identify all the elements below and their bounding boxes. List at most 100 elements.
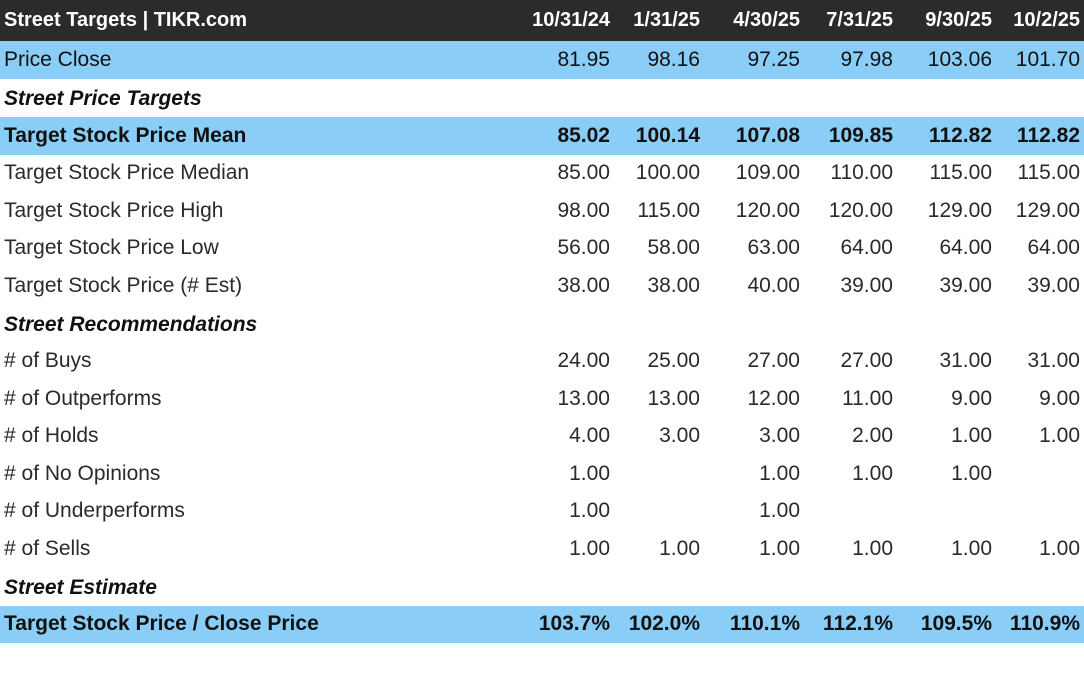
cell-value: 1.00 [659, 536, 700, 560]
cell-value: 1.00 [951, 424, 992, 448]
cell-value: 58.00 [647, 236, 700, 260]
cell-value: 81.95 [557, 48, 610, 71]
cell-value: 39.00 [939, 273, 992, 297]
cell-value: 3.00 [659, 424, 700, 448]
date-header[interactable]: 7/31/25 [804, 0, 897, 41]
cell-value: 98.00 [557, 198, 610, 222]
cell-value: 1.00 [759, 536, 800, 560]
row-label: # of Buys [4, 349, 92, 373]
cell-value: 120.00 [828, 198, 893, 222]
table-row: Target Stock Price High 98.00 115.00 120… [0, 192, 1084, 230]
cell-value: 1.00 [569, 536, 610, 560]
section-title: Street Price Targets [4, 87, 202, 110]
cell-value: 115.00 [637, 198, 700, 222]
row-label: Price Close [4, 48, 112, 71]
table-row: Target Stock Price Low 56.00 58.00 63.00… [0, 230, 1084, 268]
row-label: # of No Opinions [4, 461, 161, 485]
row-label: Target Stock Price (# Est) [4, 273, 243, 297]
date-header[interactable]: 10/2/25 [996, 0, 1084, 41]
cell-value: 11.00 [842, 386, 893, 410]
cell-value: 38.00 [557, 273, 610, 297]
cell-value [804, 493, 897, 531]
cell-value: 103.06 [927, 48, 992, 71]
street-targets-table: Street Targets | TIKR.com 10/31/24 1/31/… [0, 0, 1084, 643]
date-header[interactable]: 10/31/24 [508, 0, 614, 41]
table-row: Target Stock Price Median 85.00 100.00 1… [0, 155, 1084, 193]
cell-value [996, 455, 1084, 493]
table-row: # of Sells 1.00 1.00 1.00 1.00 1.00 1.00 [0, 530, 1084, 568]
cell-value: 98.16 [647, 48, 700, 71]
cell-value: 112.1% [822, 612, 893, 636]
cell-value: 109.5% [920, 612, 992, 636]
cell-value: 64.00 [840, 236, 893, 260]
cell-value: 1.00 [759, 461, 800, 485]
cell-value: 1.00 [852, 461, 893, 485]
cell-value: 110.9% [1009, 612, 1080, 636]
section-header: Street Estimate [0, 568, 1084, 606]
row-label: Target Stock Price Median [4, 161, 250, 185]
cell-value: 39.00 [1027, 273, 1080, 297]
cell-value: 27.00 [840, 349, 893, 373]
row-label: Target Stock Price Low [4, 236, 219, 260]
cell-value: 1.00 [759, 499, 800, 523]
date-header[interactable]: 9/30/25 [897, 0, 996, 41]
table-row: # of Underperforms 1.00 1.00 [0, 493, 1084, 531]
cell-value: 100.14 [635, 123, 700, 147]
cell-value: 102.0% [628, 612, 700, 636]
estimate-row: Target Stock Price / Close Price 103.7% … [0, 605, 1084, 643]
cell-value: 38.00 [647, 273, 700, 297]
cell-value: 24.00 [557, 349, 610, 373]
section-title: Street Estimate [4, 575, 157, 599]
section-title: Street Recommendations [4, 312, 258, 336]
cell-value: 112.82 [928, 123, 992, 147]
cell-value: 13.00 [647, 386, 700, 410]
cell-value: 63.00 [747, 236, 800, 260]
cell-value: 110.1% [729, 612, 800, 636]
cell-value: 85.00 [557, 161, 610, 185]
table-row: Target Stock Price Mean 85.02 100.14 107… [0, 117, 1084, 155]
cell-value: 25.00 [647, 349, 700, 373]
cell-value: 115.00 [1017, 161, 1080, 185]
cell-value: 115.00 [929, 161, 992, 185]
cell-value: 85.02 [557, 123, 610, 147]
cell-value: 97.25 [747, 48, 800, 71]
row-label: # of Outperforms [4, 386, 162, 410]
row-label: Target Stock Price Mean [4, 123, 247, 147]
row-label: # of Underperforms [4, 499, 185, 523]
cell-value: 13.00 [557, 386, 610, 410]
cell-value: 56.00 [557, 236, 610, 260]
date-header[interactable]: 1/31/25 [614, 0, 704, 41]
table-row: # of Buys 24.00 25.00 27.00 27.00 31.00 … [0, 343, 1084, 381]
cell-value: 1.00 [569, 461, 610, 485]
date-header[interactable]: 4/30/25 [704, 0, 804, 41]
cell-value: 1.00 [852, 536, 893, 560]
cell-value: 103.7% [538, 612, 610, 636]
cell-value: 120.00 [735, 198, 800, 222]
row-label: # of Holds [4, 424, 99, 448]
section-header: Street Recommendations [0, 305, 1084, 343]
cell-value: 129.00 [1015, 198, 1080, 222]
cell-value: 109.85 [828, 123, 893, 147]
cell-value: 9.00 [1039, 386, 1080, 410]
cell-value: 1.00 [1039, 536, 1080, 560]
cell-value [614, 455, 704, 493]
row-label: # of Sells [4, 536, 91, 560]
cell-value: 109.00 [735, 161, 800, 185]
cell-value: 97.98 [840, 48, 893, 71]
cell-value [996, 493, 1084, 531]
table-row: # of No Opinions 1.00 1.00 1.00 1.00 [0, 455, 1084, 493]
cell-value: 101.70 [1015, 48, 1080, 71]
cell-value [897, 493, 996, 531]
row-label: Target Stock Price High [4, 198, 224, 222]
table-title: Street Targets | TIKR.com [4, 9, 248, 31]
row-label: Target Stock Price / Close Price [4, 612, 319, 636]
cell-value: 1.00 [951, 536, 992, 560]
cell-value: 107.08 [735, 123, 800, 147]
cell-value: 31.00 [1027, 349, 1080, 373]
cell-value: 27.00 [747, 349, 800, 373]
cell-value: 39.00 [840, 273, 893, 297]
table-row: Target Stock Price (# Est) 38.00 38.00 4… [0, 267, 1084, 305]
cell-value: 4.00 [569, 424, 610, 448]
cell-value: 40.00 [747, 273, 800, 297]
cell-value: 1.00 [951, 461, 992, 485]
